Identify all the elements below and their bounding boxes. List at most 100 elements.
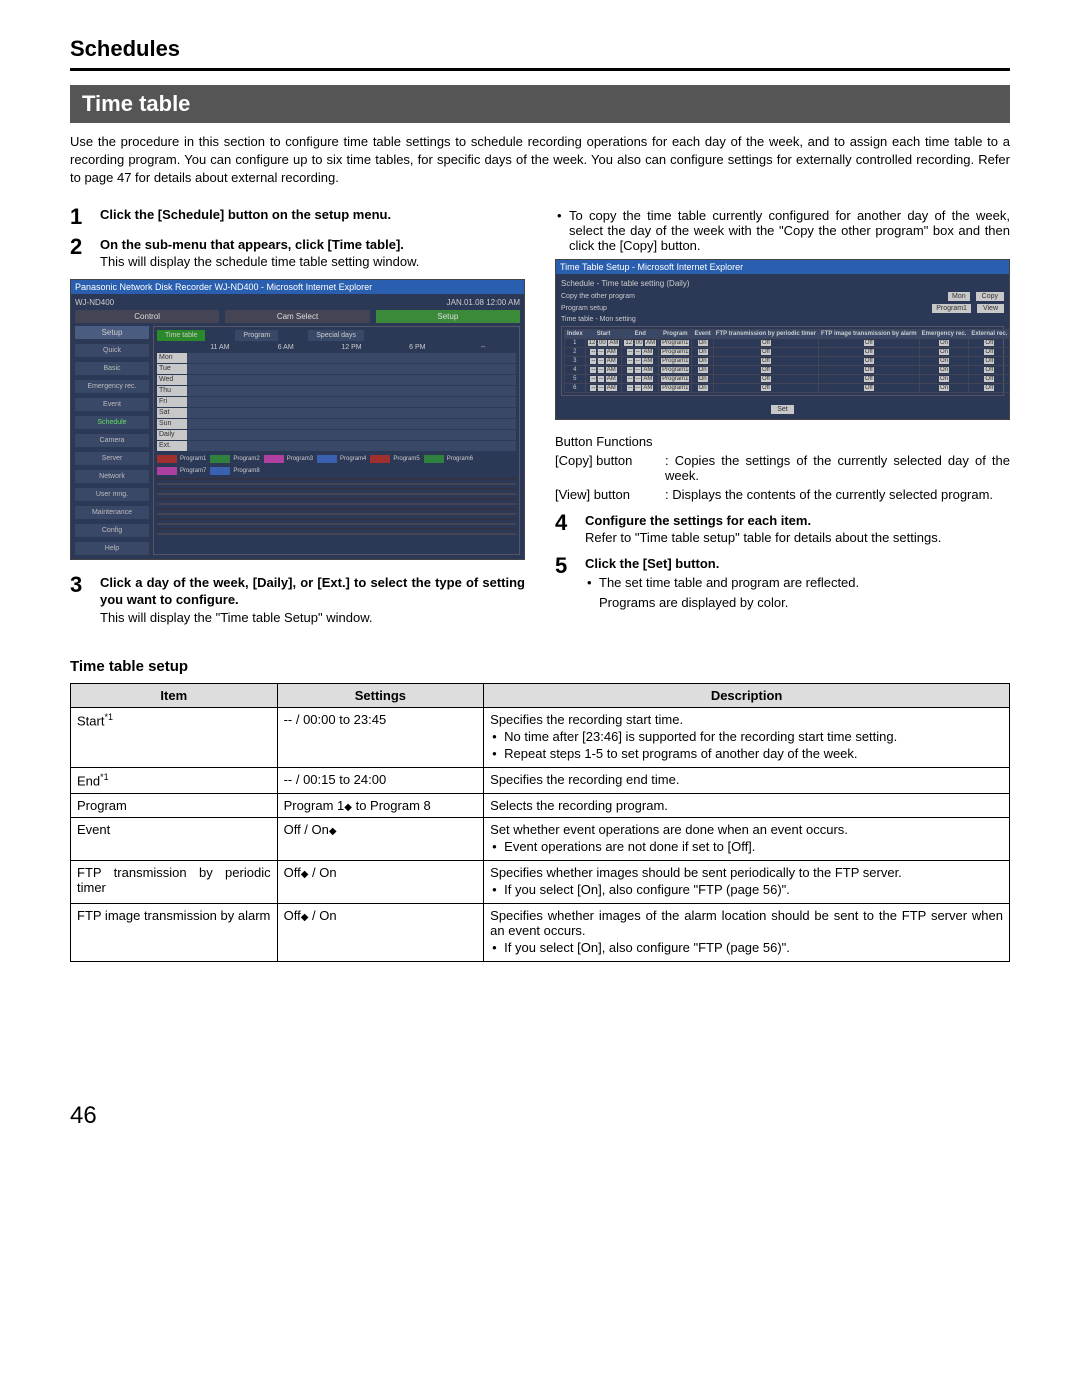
ss2-cell[interactable]: 12:00 AM (622, 338, 659, 347)
ss2-cell[interactable]: On (919, 374, 969, 383)
tab-setup[interactable]: Setup (376, 310, 520, 323)
day-button[interactable]: Sat (157, 408, 187, 418)
ss2-cell[interactable]: Off (713, 383, 818, 392)
ss2-cell[interactable]: Off (713, 365, 818, 374)
ss2-cell[interactable]: Off (819, 356, 920, 365)
ss2-cell[interactable]: 6 (565, 383, 586, 392)
ss2-cell[interactable]: On (919, 338, 969, 347)
ss2-cell[interactable]: Off (819, 338, 920, 347)
ss2-cell[interactable]: On (692, 356, 713, 365)
ss2-cell[interactable]: On (692, 338, 713, 347)
subtab-timetable[interactable]: Time table (157, 330, 205, 341)
ss2-cell[interactable]: Off (969, 365, 1010, 374)
ss2-cell[interactable]: On (919, 383, 969, 392)
ss2-cell[interactable]: Off (819, 365, 920, 374)
ss2-cell[interactable]: --:-- AM (622, 356, 659, 365)
ss2-cell[interactable]: --:-- AM (585, 356, 622, 365)
band-title: Time table (70, 85, 1010, 123)
sidebar-item[interactable]: Config (75, 524, 149, 537)
copy-day-select[interactable]: Mon (948, 292, 970, 301)
sidebar-item[interactable]: Camera (75, 434, 149, 447)
th-description: Description (484, 684, 1010, 708)
setup-description: Set whether event operations are done wh… (484, 817, 1010, 860)
ss2-cell[interactable]: 4 (565, 365, 586, 374)
sidebar-item[interactable]: Basic (75, 362, 149, 375)
ss2-cell[interactable]: Off (713, 347, 818, 356)
ss2-cell[interactable]: Off (969, 338, 1010, 347)
subtab-program[interactable]: Program (235, 330, 278, 341)
view-button[interactable]: View (977, 304, 1004, 313)
set-button[interactable]: Set (771, 405, 794, 414)
ss2-cell[interactable]: --:-- AM (622, 365, 659, 374)
window-titlebar: Panasonic Network Disk Recorder WJ-ND400… (71, 280, 524, 294)
ss2-cell[interactable]: --:-- AM (585, 365, 622, 374)
day-button[interactable]: Tue (157, 364, 187, 374)
ss2-cell[interactable]: Off (713, 374, 818, 383)
ss2-cell[interactable]: --:-- AM (622, 383, 659, 392)
ss2-cell[interactable]: Program1 (659, 374, 692, 383)
sidebar-item[interactable]: Help (75, 542, 149, 555)
setup-settings: -- / 00:00 to 23:45 (277, 708, 484, 768)
sidebar-item[interactable]: Emergency rec. (75, 380, 149, 393)
screenshot-timetable-setup: Time Table Setup - Microsoft Internet Ex… (555, 259, 1010, 420)
ss2-cell[interactable]: 5 (565, 374, 586, 383)
ss2-cell[interactable]: Off (713, 338, 818, 347)
ss2-th: Start (585, 329, 622, 338)
day-button[interactable]: Thu (157, 386, 187, 396)
ss2-cell[interactable]: 3 (565, 356, 586, 365)
program-select[interactable]: Program1 (932, 304, 971, 313)
ss2-cell[interactable]: 1 (565, 338, 586, 347)
ss2-cell[interactable]: Off (819, 383, 920, 392)
ss2-cell[interactable]: On (919, 356, 969, 365)
ss2-cell[interactable]: --:-- AM (622, 347, 659, 356)
ss2-cell[interactable]: On (692, 365, 713, 374)
sidebar-item[interactable]: Network (75, 470, 149, 483)
ss2-cell[interactable]: 2 (565, 347, 586, 356)
ss2-cell[interactable]: Off (819, 374, 920, 383)
ss2-cell[interactable]: Off (819, 347, 920, 356)
ss2-cell[interactable]: --:-- AM (585, 347, 622, 356)
tab-control[interactable]: Control (75, 310, 219, 323)
subtab-specialdays[interactable]: Special days (308, 330, 364, 341)
sidebar-item[interactable]: Maintenance (75, 506, 149, 519)
day-button[interactable]: Sun (157, 419, 187, 429)
ss2-cell[interactable]: Off (969, 383, 1010, 392)
ss2-cell[interactable]: Program1 (659, 356, 692, 365)
ss2-th: Index (565, 329, 586, 338)
ss2-cell[interactable]: Program1 (659, 365, 692, 374)
tt-setting-label: Time table - Mon setting (561, 316, 636, 323)
ss2-cell[interactable]: On (692, 383, 713, 392)
sidebar-item[interactable]: User mng. (75, 488, 149, 501)
ss2-cell[interactable]: Program1 (659, 383, 692, 392)
ss2-cell[interactable]: --:-- AM (622, 374, 659, 383)
day-button[interactable]: Daily (157, 430, 187, 440)
ss2-cell[interactable]: Off (713, 356, 818, 365)
sidebar-item[interactable]: Server (75, 452, 149, 465)
ss2-cell[interactable]: Off (969, 356, 1010, 365)
sidebar-item[interactable]: Schedule (75, 416, 149, 429)
tab-cam-select[interactable]: Cam Select (225, 310, 369, 323)
ss2-cell[interactable]: 12:00 AM (585, 338, 622, 347)
day-button[interactable]: Mon (157, 353, 187, 363)
ss2-cell[interactable]: On (692, 374, 713, 383)
legend-item: Program5 (370, 455, 419, 463)
setup-description: Specifies the recording end time. (484, 768, 1010, 793)
ss2-cell[interactable]: On (919, 365, 969, 374)
sidebar-item[interactable]: Event (75, 398, 149, 411)
ss2-cell[interactable]: --:-- AM (585, 383, 622, 392)
timeline-col-header: -- (450, 344, 516, 351)
ss2-cell[interactable]: Off (969, 347, 1010, 356)
ss2-cell[interactable]: On (919, 347, 969, 356)
ss2-cell[interactable]: On (692, 347, 713, 356)
day-button[interactable]: Wed (157, 375, 187, 385)
ss2-cell[interactable]: Off (969, 374, 1010, 383)
setup-item: Program (71, 793, 278, 817)
day-button[interactable]: Ext. (157, 441, 187, 451)
day-button[interactable]: Fri (157, 397, 187, 407)
sidebar-item[interactable]: Quick (75, 344, 149, 357)
ss2-cell[interactable]: Program1 (659, 347, 692, 356)
ss2-th: External rec. (969, 329, 1010, 338)
ss2-cell[interactable]: --:-- AM (585, 374, 622, 383)
copy-button[interactable]: Copy (976, 292, 1004, 301)
ss2-cell[interactable]: Program1 (659, 338, 692, 347)
